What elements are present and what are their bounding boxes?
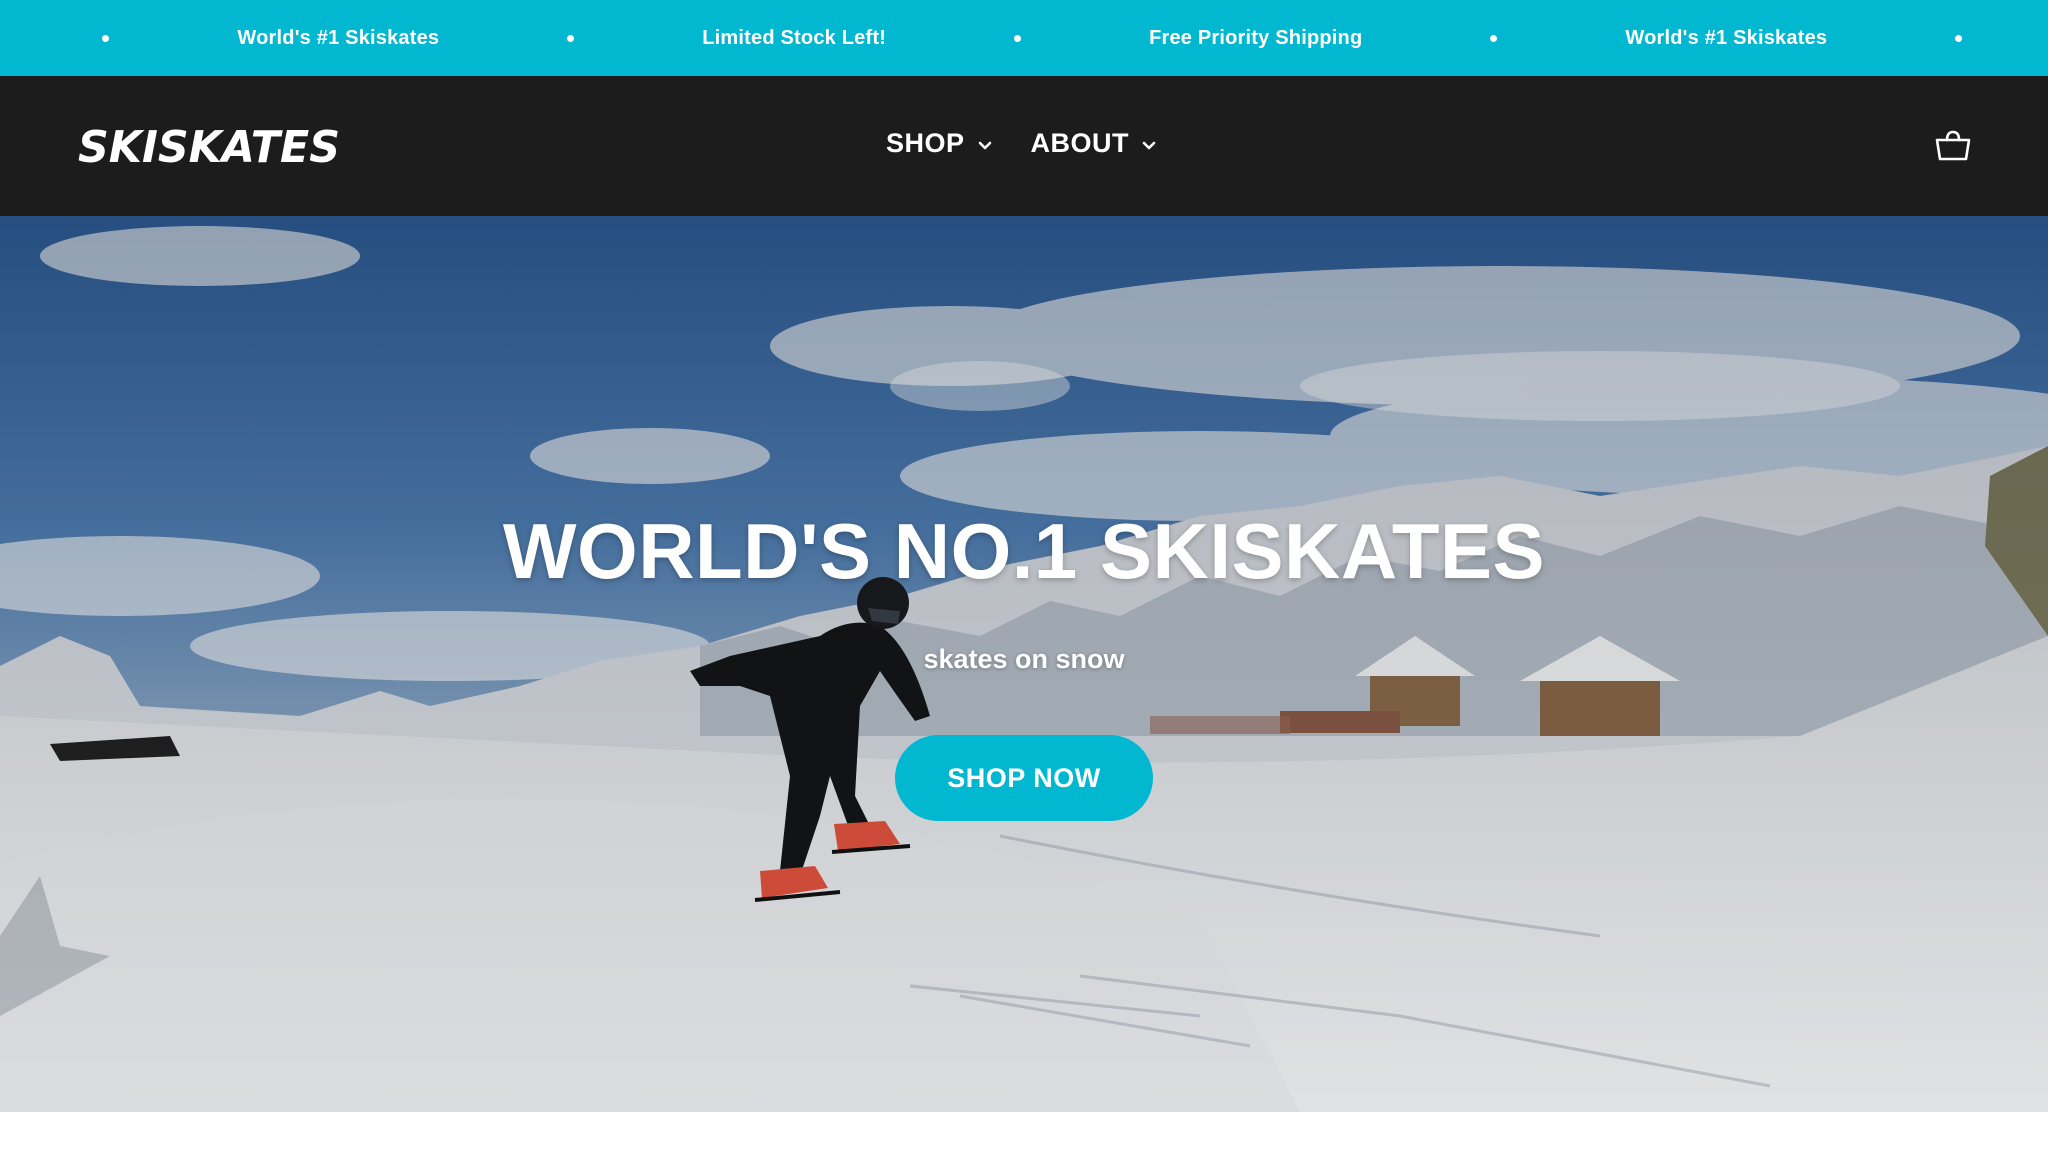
site-header: SKISKATES SHOP ABOUT [0, 76, 2048, 216]
separator-dot [1955, 34, 1963, 42]
chevron-down-icon [978, 141, 991, 149]
nav-shop[interactable]: SHOP [886, 128, 993, 159]
announcement-message: World's #1 Skiskates [1625, 26, 1828, 49]
chevron-down-icon [1142, 141, 1156, 149]
nav-about-label: ABOUT [1030, 128, 1130, 158]
svg-text:SKISKATES: SKISKATES [78, 122, 340, 168]
basket-icon[interactable] [1934, 126, 1972, 164]
announcement-message: Limited Stock Left! [702, 26, 887, 49]
hero-banner: WORLD'S NO.1 SKISKATES skates on snow SH… [0, 216, 2048, 1112]
separator-dot [567, 34, 575, 42]
separator-dot [1014, 34, 1022, 42]
nav-shop-label: SHOP [886, 128, 965, 158]
announcement-message: World's #1 Skiskates [237, 26, 440, 49]
site-logo[interactable]: SKISKATES [78, 122, 342, 168]
announcement-message: Free Priority Shipping [1149, 26, 1363, 49]
nav-about[interactable]: ABOUT [1031, 128, 1158, 159]
separator-dot [1490, 34, 1498, 42]
hero-title: WORLD'S NO.1 SKISKATES [502, 507, 1546, 595]
announcement-track: g World's #1 Skiskates Limited Stock Lef… [0, 0, 2048, 76]
announcement-bar: g World's #1 Skiskates Limited Stock Lef… [0, 0, 2048, 76]
shop-now-button[interactable]: SHOP NOW [895, 735, 1153, 821]
main-nav: SHOP ABOUT [886, 128, 1157, 159]
separator-dot [102, 34, 110, 42]
hero-subtitle: skates on snow [923, 644, 1125, 674]
